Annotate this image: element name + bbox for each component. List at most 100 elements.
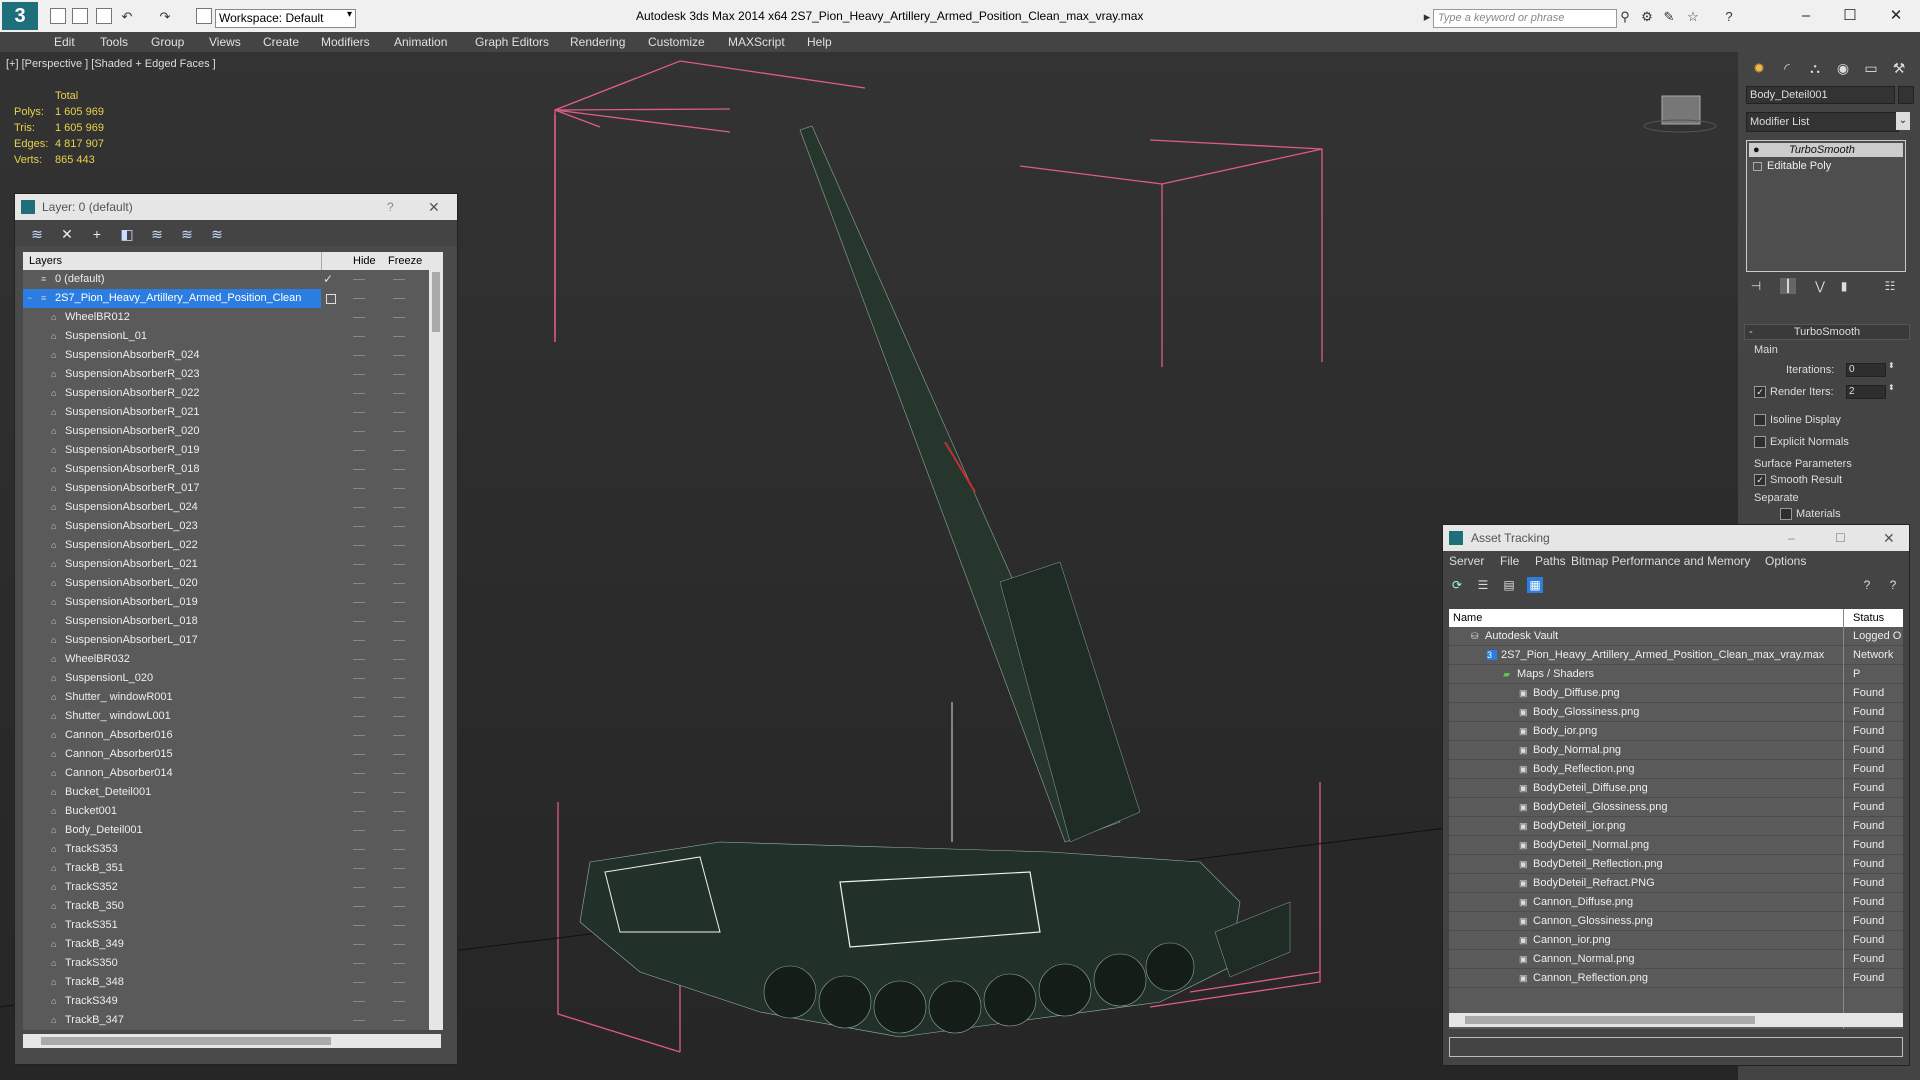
asset-row[interactable]: ▣ BodyDeteil_Diffuse.png Found bbox=[1449, 779, 1903, 798]
hide-toggle[interactable] bbox=[353, 735, 365, 736]
hide-toggle[interactable] bbox=[353, 773, 365, 774]
object-row[interactable]: ⌂ TrackS351 bbox=[23, 916, 429, 935]
hide-toggle[interactable] bbox=[353, 754, 365, 755]
modifier-list-dropdown[interactable]: Modifier List bbox=[1746, 112, 1899, 132]
hide-toggle[interactable] bbox=[353, 697, 365, 698]
refresh-icon[interactable]: ⟳ bbox=[1449, 577, 1465, 593]
column-hide[interactable]: Hide bbox=[353, 255, 376, 267]
freeze-toggle[interactable] bbox=[393, 431, 405, 432]
freeze-toggle[interactable] bbox=[393, 849, 405, 850]
turbosmooth-rollout-header[interactable]: - TurboSmooth bbox=[1744, 324, 1910, 340]
object-row[interactable]: ⌂ SuspensionAbsorberR_024 bbox=[23, 346, 429, 365]
object-row[interactable]: ⌂ SuspensionAbsorberL_022 bbox=[23, 536, 429, 555]
menu-graph-editors[interactable]: Graph Editors bbox=[475, 35, 549, 49]
make-unique-icon[interactable]: ⋁ bbox=[1812, 278, 1828, 294]
hide-toggle[interactable] bbox=[353, 811, 365, 812]
object-row[interactable]: ⌂ Shutter_ windowL001 bbox=[23, 707, 429, 726]
layer-row-default[interactable]: ≡ 0 (default) ✓ bbox=[23, 270, 429, 289]
asset-row-scene-file[interactable]: 3 2S7_Pion_Heavy_Artillery_Armed_Position… bbox=[1449, 646, 1903, 680]
asset-row[interactable]: ▣ Cannon_ior.png Found bbox=[1449, 931, 1903, 950]
asset-menu-server[interactable]: Server bbox=[1449, 554, 1484, 568]
asset-menu-paths[interactable]: Paths bbox=[1535, 554, 1566, 568]
highlight-selected-layer-icon[interactable]: ≋ bbox=[149, 226, 165, 242]
asset-row[interactable]: ▣ Cannon_Reflection.png Found bbox=[1449, 969, 1903, 988]
hide-toggle[interactable] bbox=[353, 868, 365, 869]
column-status[interactable]: Status bbox=[1853, 612, 1884, 624]
asset-menu-options[interactable]: Options bbox=[1765, 554, 1806, 568]
freeze-toggle[interactable] bbox=[393, 963, 405, 964]
freeze-toggle[interactable] bbox=[393, 545, 405, 546]
app-logo-icon[interactable]: 3 bbox=[2, 2, 38, 30]
object-row[interactable]: ⌂ TrackB_350 bbox=[23, 897, 429, 916]
layer-vertical-scrollbar[interactable] bbox=[429, 252, 443, 1030]
asset-row-vault[interactable]: ⛁ Autodesk Vault Logged O bbox=[1449, 627, 1903, 646]
asset-row[interactable]: ▣ Body_Reflection.png Found bbox=[1449, 760, 1903, 779]
show-end-result-icon[interactable]: ┃ bbox=[1780, 278, 1796, 294]
object-row[interactable]: ⌂ TrackB_347 bbox=[23, 1011, 429, 1030]
hide-toggle[interactable] bbox=[353, 564, 365, 565]
object-row[interactable]: ⌂ SuspensionAbsorberR_019 bbox=[23, 441, 429, 460]
object-row[interactable]: ⌂ Cannon_Absorber015 bbox=[23, 745, 429, 764]
favorites-star-icon[interactable]: ☆ bbox=[1686, 10, 1700, 24]
workspace-dropdown[interactable]: Workspace: Default bbox=[215, 9, 356, 28]
scrollbar-thumb[interactable] bbox=[1465, 1016, 1755, 1024]
hide-toggle[interactable] bbox=[353, 374, 365, 375]
asset-row[interactable]: ▣ Body_Diffuse.png Found bbox=[1449, 684, 1903, 703]
help-context-icon[interactable]: ? bbox=[1859, 577, 1875, 593]
hide-toggle[interactable] bbox=[353, 526, 365, 527]
object-row[interactable]: ⌂ SuspensionL_020 bbox=[23, 669, 429, 688]
freeze-toggle[interactable] bbox=[393, 336, 405, 337]
menu-create[interactable]: Create bbox=[263, 35, 299, 49]
hide-all-layers-icon[interactable]: ≋ bbox=[179, 226, 195, 242]
close-icon[interactable]: ✕ bbox=[1886, 6, 1906, 26]
help-icon[interactable]: ? bbox=[1722, 10, 1736, 24]
hide-toggle[interactable] bbox=[353, 507, 365, 508]
menu-rendering[interactable]: Rendering bbox=[570, 35, 625, 49]
freeze-toggle[interactable] bbox=[393, 716, 405, 717]
hide-toggle[interactable] bbox=[353, 849, 365, 850]
freeze-toggle[interactable] bbox=[393, 317, 405, 318]
hide-toggle[interactable] bbox=[353, 887, 365, 888]
freeze-toggle[interactable] bbox=[393, 279, 405, 280]
asset-row[interactable]: ▣ BodyDeteil_Glossiness.png Found bbox=[1449, 798, 1903, 817]
menu-customize[interactable]: Customize bbox=[648, 35, 705, 49]
hide-toggle[interactable] bbox=[353, 1001, 365, 1002]
object-row[interactable]: ⌂ SuspensionAbsorberL_018 bbox=[23, 612, 429, 631]
object-row[interactable]: ⌂ SuspensionAbsorberL_021 bbox=[23, 555, 429, 574]
object-row[interactable]: ⌂ SuspensionAbsorberR_017 bbox=[23, 479, 429, 498]
asset-minimize-icon[interactable]: – bbox=[1788, 525, 1795, 551]
spinner-arrows-icon[interactable]: ⬍ bbox=[1888, 361, 1895, 370]
hide-toggle[interactable] bbox=[353, 336, 365, 337]
freeze-toggle[interactable] bbox=[393, 830, 405, 831]
new-file-icon[interactable] bbox=[50, 8, 66, 24]
render-iters-checkbox[interactable]: ✓ bbox=[1754, 386, 1766, 398]
asset-menu-bitmap-performance[interactable]: Bitmap Performance and Memory bbox=[1571, 554, 1750, 568]
asset-menu-file[interactable]: File bbox=[1500, 554, 1519, 568]
menu-help[interactable]: Help bbox=[807, 35, 832, 49]
hide-toggle[interactable] bbox=[353, 830, 365, 831]
hide-toggle[interactable] bbox=[353, 678, 365, 679]
menu-group[interactable]: Group bbox=[151, 35, 184, 49]
asset-row[interactable]: ▣ Body_ior.png Found bbox=[1449, 722, 1903, 741]
render-iters-spinner[interactable]: 2 bbox=[1846, 385, 1886, 399]
object-row[interactable]: ⌂ SuspensionAbsorberL_024 bbox=[23, 498, 429, 517]
layer-manager-titlebar[interactable]: Layer: 0 (default) ? ✕ bbox=[15, 194, 457, 220]
materials-checkbox[interactable] bbox=[1780, 508, 1792, 520]
hide-toggle[interactable] bbox=[353, 450, 365, 451]
display-tab-icon[interactable]: ▭ bbox=[1860, 58, 1882, 78]
save-file-icon[interactable] bbox=[96, 8, 112, 24]
hide-toggle[interactable] bbox=[353, 621, 365, 622]
rollout-collapse-icon[interactable]: - bbox=[1749, 325, 1753, 339]
minimize-icon[interactable]: – bbox=[1796, 6, 1816, 26]
hide-toggle[interactable] bbox=[353, 925, 365, 926]
menu-maxscript[interactable]: MAXScript bbox=[728, 35, 785, 49]
iterations-spinner[interactable]: 0 bbox=[1846, 363, 1886, 377]
freeze-toggle[interactable] bbox=[393, 754, 405, 755]
freeze-toggle[interactable] bbox=[393, 602, 405, 603]
layer-row-selected[interactable]: − ≡ 2S7_Pion_Heavy_Artillery_Armed_Posit… bbox=[23, 289, 429, 308]
freeze-toggle[interactable] bbox=[393, 393, 405, 394]
object-row[interactable]: ⌂ TrackB_351 bbox=[23, 859, 429, 878]
object-row[interactable]: ⌂ WheelBR032 bbox=[23, 650, 429, 669]
object-row[interactable]: ⌂ TrackB_349 bbox=[23, 935, 429, 954]
column-freeze[interactable]: Freeze bbox=[388, 255, 422, 267]
